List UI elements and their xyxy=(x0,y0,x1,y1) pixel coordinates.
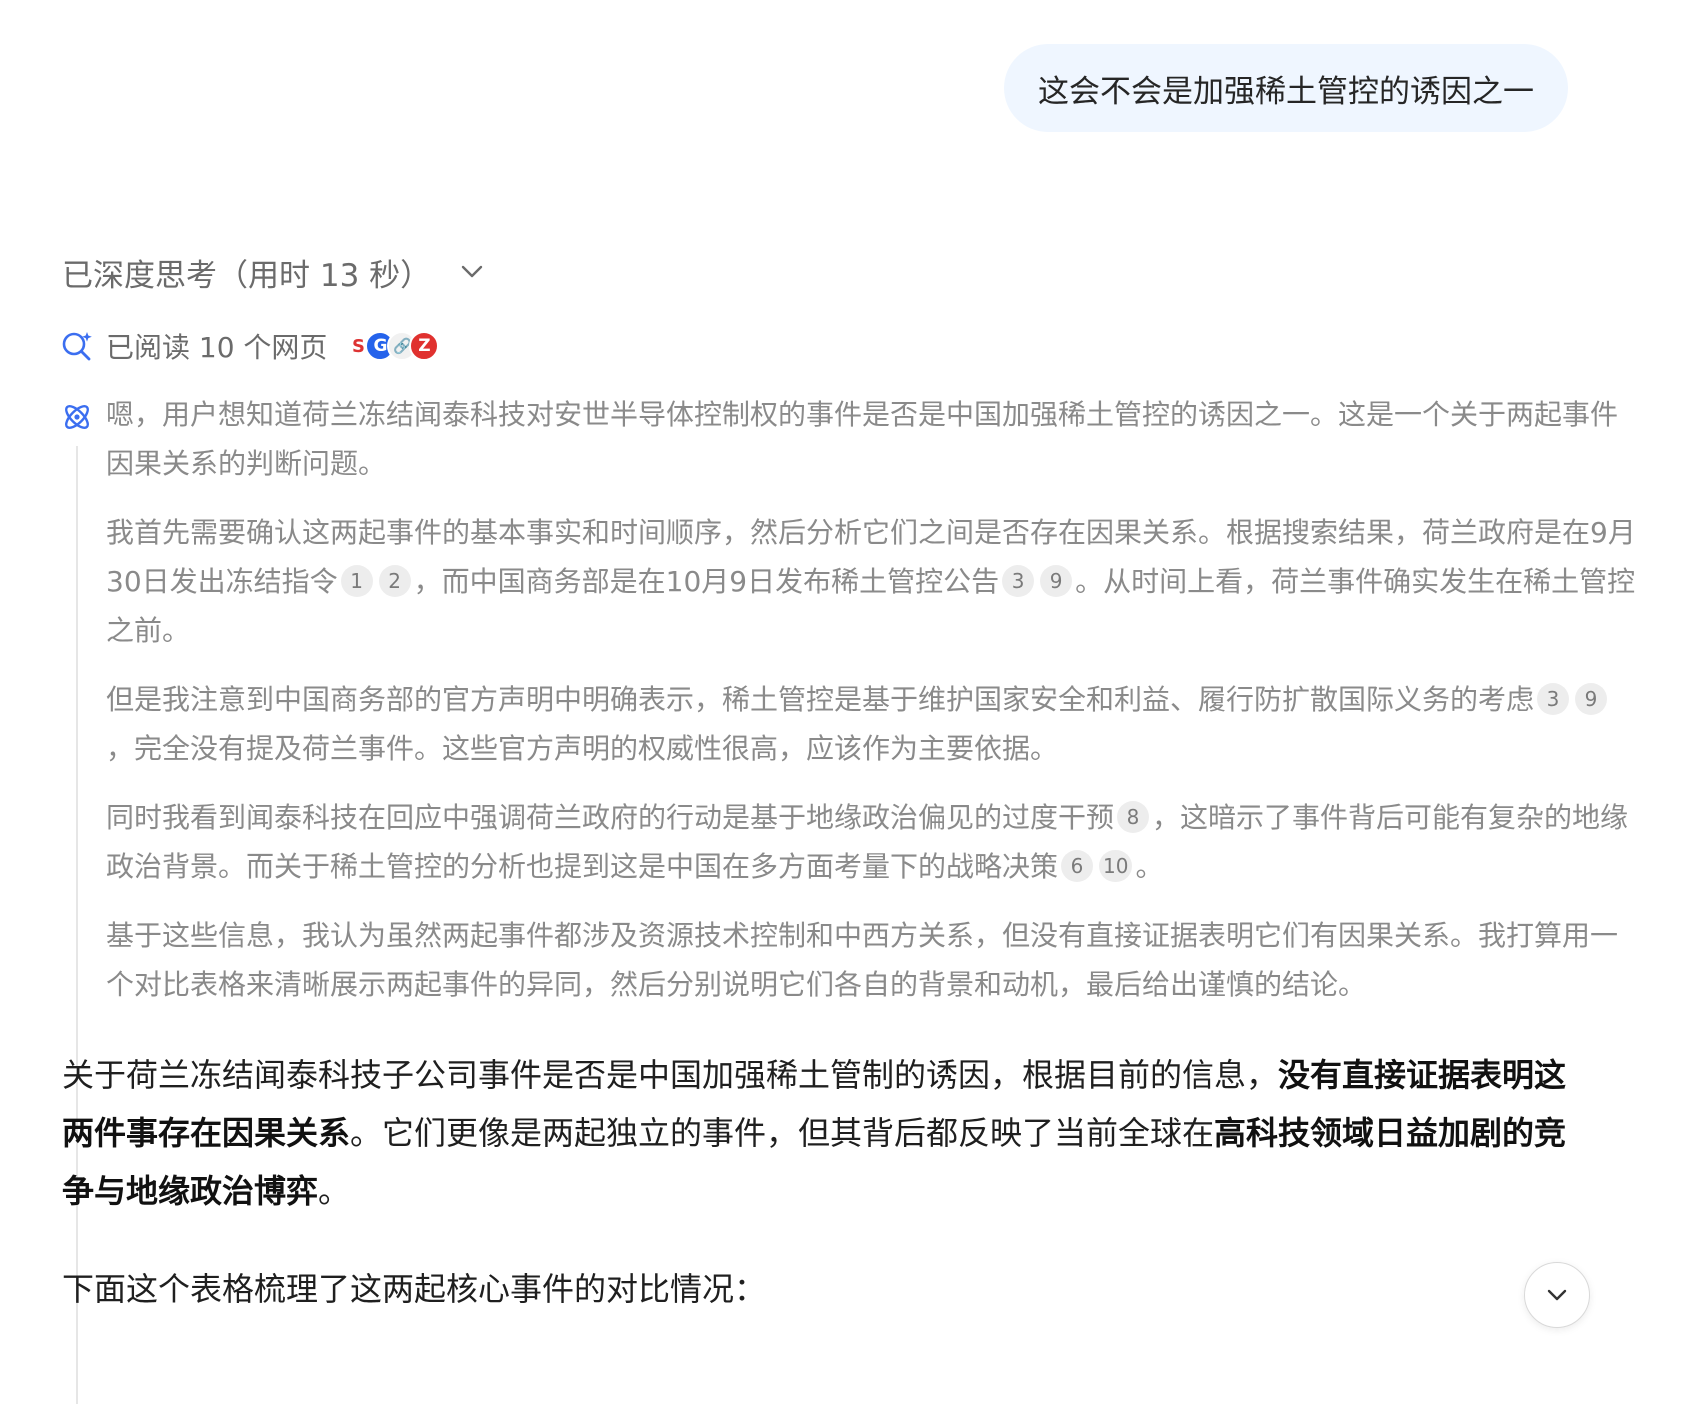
thinking-text: 嗯，用户想知道荷兰冻结闻泰科技对安世半导体控制权的事件是否是中国加强稀土管控的诱… xyxy=(106,398,1619,480)
citation-badge[interactable]: 9 xyxy=(1040,565,1073,597)
citation-badge[interactable]: 1 xyxy=(340,565,373,597)
thinking-paragraph: 嗯，用户想知道荷兰冻结闻泰科技对安世半导体控制权的事件是否是中国加强稀土管控的诱… xyxy=(106,390,1636,488)
thinking-text: 但是我注意到中国商务部的官方声明中明确表示，稀土管控是基于维护国家安全和利益、履… xyxy=(106,683,1535,716)
citation-badge[interactable]: 8 xyxy=(1117,801,1150,833)
answer-content: 关于荷兰冻结闻泰科技子公司事件是否是中国加强稀土管制的诱因，根据目前的信息，没有… xyxy=(62,1046,1592,1318)
thinking-content: 嗯，用户想知道荷兰冻结闻泰科技对安世半导体控制权的事件是否是中国加强稀土管控的诱… xyxy=(60,390,1636,1404)
thinking-paragraph: 基于这些信息，我认为虽然两起事件都涉及资源技术控制和中西方关系，但没有直接证据表… xyxy=(106,911,1636,1009)
answer-text: 。它们更像是两起独立的事件，但其背后都反映了当前全球在 xyxy=(350,1114,1215,1152)
thinking-text: ，完全没有提及荷兰事件。这些官方声明的权威性很高，应该作为主要依据。 xyxy=(106,732,1059,765)
deep-think-icon xyxy=(60,400,94,434)
table-intro: 下面这个表格梳理了这两起核心事件的对比情况： xyxy=(62,1270,767,1308)
thinking-paragraph: 同时我看到闻泰科技在回应中强调荷兰政府的行动是基于地缘政治偏见的过度干预 8 ，这暗… xyxy=(106,793,1636,891)
scroll-down-button[interactable] xyxy=(1524,1262,1590,1328)
user-message-text: 这会不会是加强稀土管控的诱因之一 xyxy=(1038,73,1534,110)
thinking-header-label: 已深度思考（用时 13 秒） xyxy=(62,257,432,294)
source-icon: Z xyxy=(409,331,440,361)
source-icons[interactable]: S G 🔗 Z xyxy=(343,331,440,361)
citation-badge[interactable]: 9 xyxy=(1575,683,1608,715)
thinking-text: ，而中国商务部是在10月9日发布稀土管控公告 xyxy=(413,565,1000,598)
thinking-paragraph: 我首先需要确认这两起事件的基本事实和时间顺序，然后分析它们之间是否存在因果关系。… xyxy=(106,508,1636,655)
answer-text: 关于荷兰冻结闻泰科技子公司事件是否是中国加强稀土管制的诱因，根据目前的信息， xyxy=(62,1056,1279,1094)
answer-paragraph: 关于荷兰冻结闻泰科技子公司事件是否是中国加强稀土管制的诱因，根据目前的信息，没有… xyxy=(62,1046,1592,1220)
thinking-paragraph: 但是我注意到中国商务部的官方声明中明确表示，稀土管控是基于维护国家安全和利益、履… xyxy=(106,675,1636,773)
user-message-bubble: 这会不会是加强稀土管控的诱因之一 xyxy=(1004,44,1568,132)
citation-badge[interactable]: 3 xyxy=(1537,683,1570,715)
read-sources-row[interactable]: 已阅读 10 个网页 S G 🔗 Z xyxy=(60,326,440,366)
chevron-down-icon xyxy=(461,265,483,279)
search-icon xyxy=(60,329,94,363)
citation-badge[interactable]: 6 xyxy=(1061,850,1094,882)
thinking-toggle[interactable]: 已深度思考（用时 13 秒） xyxy=(62,250,483,294)
read-count-label: 已阅读 10 个网页 xyxy=(106,331,328,364)
answer-text: 。 xyxy=(318,1172,351,1210)
thinking-text: 。 xyxy=(1135,850,1164,883)
thinking-text: 同时我看到闻泰科技在回应中强调荷兰政府的行动是基于地缘政治偏见的过度干预 xyxy=(106,801,1115,834)
citation-badge[interactable]: 10 xyxy=(1099,850,1133,882)
citation-badge[interactable]: 3 xyxy=(1002,565,1035,597)
thinking-text: 基于这些信息，我认为虽然两起事件都涉及资源技术控制和中西方关系，但没有直接证据表… xyxy=(106,919,1619,1001)
chevron-down-icon xyxy=(1546,1288,1568,1302)
citation-badge[interactable]: 2 xyxy=(378,565,411,597)
